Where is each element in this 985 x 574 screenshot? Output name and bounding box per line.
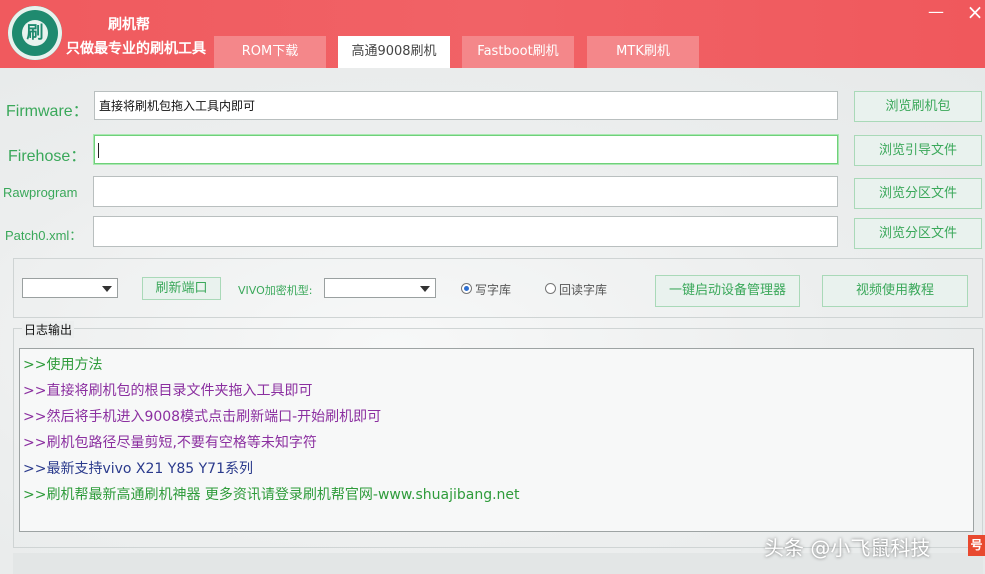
tab-fastboot[interactable]: Fastboot刷机 [462,36,574,68]
video-tutorial-button[interactable]: 视频使用教程 [822,275,968,307]
firmware-label: Firmware： [6,103,89,120]
browse-patch0-button[interactable]: 浏览分区文件 [854,218,982,249]
rawprogram-path-field[interactable] [93,176,838,207]
read-radio-label[interactable]: 回读字库 [559,281,607,298]
log-line: >>刷机帮最新高通刷机神器 更多资讯请登录刷机帮官网-www.shuajiban… [23,487,520,503]
log-line: >>最新支持vivo X21 Y85 Y71系列 [23,461,253,477]
radio-selected-dot [464,286,469,291]
refresh-port-button[interactable]: 刷新端口 [142,277,221,300]
title-bar: 刷 刷机帮 只做最专业的刷机工具 ROM下载 高通9008刷机 Fastboot… [0,0,985,68]
log-title: 日志输出 [22,321,75,338]
chevron-down-icon [420,286,430,292]
port-select[interactable] [22,278,118,298]
write-radio-label[interactable]: 写字库 [475,281,511,298]
firehose-path-field[interactable] [94,135,838,164]
logo-glyph: 刷 [26,23,44,43]
read-radio[interactable] [545,283,556,294]
logo-inner-circle: 刷 [22,20,48,46]
vivo-model-select[interactable] [324,278,436,298]
tab-rom-download[interactable]: ROM下载 [214,36,326,68]
log-line: >>使用方法 [23,357,103,373]
chevron-down-icon [102,286,112,292]
minimize-button[interactable]: — [924,3,948,21]
app-slogan: 只做最专业的刷机工具 [66,41,206,57]
patch0-label: Patch0.xml： [5,228,83,243]
text-caret [98,143,99,158]
close-button[interactable]: × [963,2,985,22]
watermark-text: 头条 @小飞鼠科技 [764,536,931,560]
browse-firmware-button[interactable]: 浏览刷机包 [854,91,982,122]
firehose-label: Firehose： [8,148,87,165]
vivo-model-label: VIVO加密机型: [238,284,313,297]
browse-firehose-button[interactable]: 浏览引导文件 [854,135,982,166]
patch0-path-field[interactable] [93,216,838,247]
log-line: >>然后将手机进入9008模式点击刷新端口-开始刷机即可 [23,409,382,425]
app-logo: 刷 [8,6,62,60]
log-line: >>刷机包路径尽量剪短,不要有空格等未知字符 [23,435,317,451]
app-name: 刷机帮 [108,17,150,33]
browse-rawprogram-button[interactable]: 浏览分区文件 [854,178,982,209]
write-radio[interactable] [461,283,472,294]
device-manager-button[interactable]: 一键启动设备管理器 [655,275,800,307]
firmware-path-field[interactable]: 直接将刷机包拖入工具内即可 [94,91,838,120]
tab-mtk[interactable]: MTK刷机 [587,36,699,68]
tab-qualcomm-9008[interactable]: 高通9008刷机 [338,36,450,68]
watermark-badge: 号 [968,535,985,556]
log-line: >>直接将刷机包的根目录文件夹拖入工具即可 [23,383,313,399]
rawprogram-label: Rawprogram [3,185,78,200]
